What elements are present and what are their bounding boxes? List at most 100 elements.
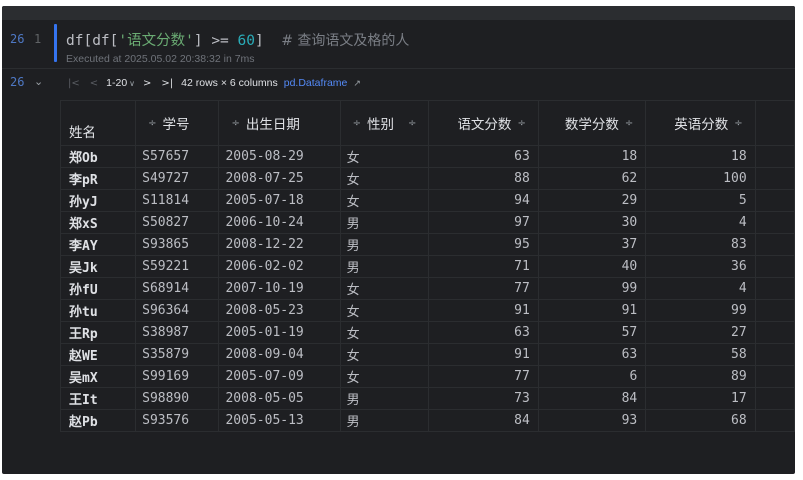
cell-english: 100	[645, 167, 756, 190]
sort-icon[interactable]: ÷	[148, 118, 156, 129]
table-summary: 42 rows × 6 columns	[181, 77, 278, 89]
cell-english: 17	[645, 387, 756, 410]
cell-chinese: 84	[428, 409, 539, 432]
code-comment: # 查询语文及格的人	[281, 33, 410, 49]
dataframe-type-link[interactable]: pd.Dataframe	[284, 77, 348, 89]
cell-sex: 男	[339, 233, 430, 256]
table-row[interactable]: 郑Ob S57657 2005-08-29 女 63 18 18	[59, 145, 795, 168]
index-name: 姓名	[69, 125, 96, 141]
table-row[interactable]: 吴mX S99169 2005-07-09 女 77 6 89	[59, 365, 795, 388]
column-label: 英语分数	[674, 117, 729, 133]
last-page-button[interactable]: >|	[159, 78, 175, 89]
cell-sex: 女	[339, 189, 430, 212]
row-filler	[754, 145, 795, 168]
cell-english: 89	[645, 365, 756, 388]
table-row[interactable]: 孙yJ S11814 2005-07-18 女 94 29 5	[59, 189, 795, 212]
row-filler	[754, 189, 795, 212]
row-index-name: 李AY	[59, 233, 137, 256]
table-row[interactable]: 李pR S49727 2008-07-25 女 88 62 100	[59, 167, 795, 190]
row-filler	[754, 365, 795, 388]
cell-dob: 2008-05-05	[218, 387, 341, 410]
cell-dob: 2008-05-23	[218, 299, 341, 322]
table-row[interactable]: 赵WE S35879 2008-09-04 女 91 63 58	[59, 343, 795, 366]
cell-divider	[2, 68, 795, 69]
line-number: 1	[34, 32, 42, 46]
row-filler	[754, 255, 795, 278]
cell-sex: 女	[339, 321, 430, 344]
column-header-dob[interactable]: ÷ 出生日期	[218, 100, 341, 146]
column-label: 数学分数	[564, 117, 619, 133]
sort-icon[interactable]: ÷	[231, 118, 239, 129]
sort-icon[interactable]: ÷	[408, 118, 416, 129]
sort-icon[interactable]: ÷	[517, 118, 525, 129]
cell-dob: 2008-12-22	[218, 233, 341, 256]
row-index-name: 李pR	[59, 167, 137, 190]
table-row[interactable]: 吴Jk S59221 2006-02-02 男 71 40 36	[59, 255, 795, 278]
cell-id: S93576	[135, 409, 220, 432]
cell-id: S50827	[135, 211, 220, 234]
table-row[interactable]: 孙fU S68914 2007-10-19 女 77 99 4	[59, 277, 795, 300]
row-filler	[754, 299, 795, 322]
sort-icon[interactable]: ÷	[353, 118, 361, 129]
page-range: 1-20	[106, 77, 128, 89]
table-row[interactable]: 王It S98890 2008-05-05 男 73 84 17	[59, 387, 795, 410]
cell-dob: 2008-09-04	[218, 343, 341, 366]
cell-sex: 女	[339, 277, 430, 300]
code-cell[interactable]: 26 1 df[df['语文分数'] >= 60] # 查询语文及格的人 Exe…	[2, 20, 795, 68]
cell-math: 57	[537, 321, 647, 344]
table-row[interactable]: 孙tu S96364 2008-05-23 女 91 91 99	[59, 299, 795, 322]
row-index-name: 王It	[59, 387, 137, 410]
column-header-sex[interactable]: ÷ 性别 ÷	[339, 100, 430, 146]
table-row[interactable]: 王Rp S38987 2005-01-19 女 63 57 27	[59, 321, 795, 344]
cell-id: S38987	[135, 321, 220, 344]
notebook-editor: 26 1 df[df['语文分数'] >= 60] # 查询语文及格的人 Exe…	[2, 6, 795, 474]
cell-id: S93865	[135, 233, 220, 256]
cell-math: 63	[537, 343, 647, 366]
table-header-row: 姓名 ÷ 学号 ÷ 出生日期 ÷ 性别 ÷ 语文分数 ÷ 数学分数 ÷ 英语分数 ÷	[59, 100, 795, 146]
cell-dob: 2006-02-02	[218, 255, 341, 278]
cell-id: S68914	[135, 277, 220, 300]
column-header-math[interactable]: 数学分数 ÷	[537, 100, 647, 146]
cell-dob: 2008-07-25	[218, 167, 341, 190]
row-filler	[754, 409, 795, 432]
cell-id: S49727	[135, 167, 220, 190]
code-string-literal: '语文分数'	[118, 33, 194, 49]
cell-dob: 2005-08-29	[218, 145, 341, 168]
first-page-button[interactable]: |<	[66, 78, 82, 89]
table-row[interactable]: 赵Pb S93576 2005-05-13 男 84 93 68	[59, 409, 795, 432]
sort-icon[interactable]: ÷	[734, 118, 742, 129]
open-external-icon[interactable]: ↗	[353, 78, 361, 89]
row-index-name: 赵Pb	[59, 409, 137, 432]
prev-page-button[interactable]: <	[88, 78, 100, 89]
row-filler	[754, 343, 795, 366]
column-header-english[interactable]: 英语分数 ÷	[645, 100, 756, 146]
table-row[interactable]: 郑xS S50827 2006-10-24 男 97 30 4	[59, 211, 795, 234]
next-page-button[interactable]: >	[141, 78, 153, 89]
collapse-output-chevron-icon[interactable]: ⌄	[34, 75, 43, 88]
code-operator: ] >=	[193, 33, 238, 49]
execution-count: 26	[10, 32, 25, 46]
cell-math: 6	[537, 365, 647, 388]
cell-dob: 2006-10-24	[218, 211, 341, 234]
code-suffix: ]	[254, 33, 282, 49]
code-line[interactable]: df[df['语文分数'] >= 60] # 查询语文及格的人	[66, 29, 409, 50]
cell-id: S35879	[135, 343, 220, 366]
cell-sex: 男	[339, 255, 430, 278]
cell-english: 99	[645, 299, 756, 322]
cell-chinese: 71	[428, 255, 539, 278]
cell-math: 93	[537, 409, 647, 432]
cell-sex: 女	[339, 365, 430, 388]
dataframe-pager: |< < 1-20 ∨ > >| 42 rows × 6 columns pd.D…	[66, 74, 361, 92]
header-filler	[754, 100, 795, 146]
table-row[interactable]: 李AY S93865 2008-12-22 男 95 37 83	[59, 233, 795, 256]
cell-chinese: 77	[428, 277, 539, 300]
cell-sex: 女	[339, 145, 430, 168]
sort-icon[interactable]: ÷	[625, 118, 633, 129]
column-header-id[interactable]: ÷ 学号	[135, 100, 220, 146]
row-index-name: 郑xS	[59, 211, 137, 234]
column-header-chinese[interactable]: 语文分数 ÷	[428, 100, 539, 146]
cell-chinese: 77	[428, 365, 539, 388]
dataframe-table: 姓名 ÷ 学号 ÷ 出生日期 ÷ 性别 ÷ 语文分数 ÷ 数学分数 ÷ 英语分数 ÷ 郑Ob S…	[59, 100, 795, 432]
cell-sex: 男	[339, 211, 430, 234]
page-size-dropdown[interactable]: 1-20 ∨	[106, 77, 135, 89]
